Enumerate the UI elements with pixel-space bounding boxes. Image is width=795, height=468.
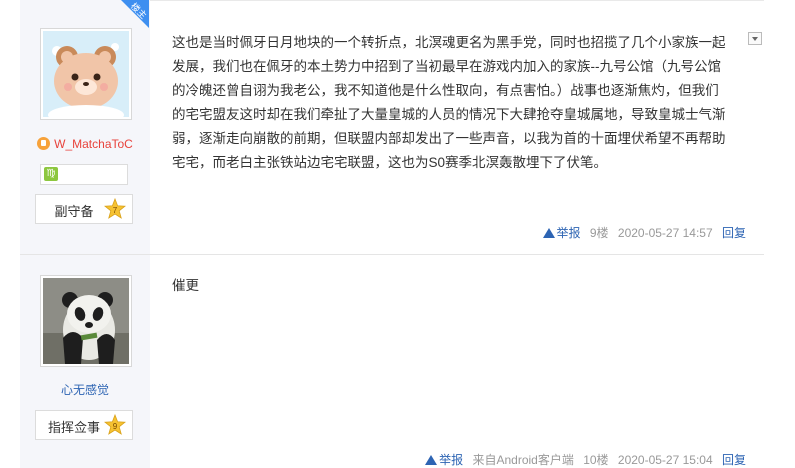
report-label[interactable]: 举报 [439, 453, 463, 467]
rank-name: 副守备 [54, 204, 94, 219]
report-label[interactable]: 举报 [557, 226, 581, 240]
gender-box: ♍ [40, 164, 128, 185]
rank-level: 9 [113, 422, 118, 431]
client-source-text[interactable]: 来自Android客户端 [472, 453, 573, 467]
virgo-icon: ♍ [44, 167, 58, 181]
level-badge-icon [37, 137, 51, 150]
report-link[interactable]: 举报 [542, 226, 581, 240]
rank-badge[interactable]: 副守备 7 [35, 194, 133, 224]
author-sidebar: 心无感觉 指挥佥事 9 [20, 255, 150, 468]
thread-starter-badge: 楼主 [121, 0, 149, 28]
post-time: 2020-05-27 14:57 [617, 226, 713, 240]
rank-badge[interactable]: 指挥佥事 9 [35, 410, 133, 440]
rank-name: 指挥佥事 [47, 420, 100, 435]
post-floor-9: 楼主 W_MatchaToC ♍ 副守备 7 这也是当时佩牙日月地块的一个转折点… [20, 0, 764, 254]
post-body: 催更 [172, 278, 199, 293]
post-content: 催更 举报 来自Android客户端 10楼 2020-05-27 15:04 … [150, 255, 764, 468]
client-source: 来自Android客户端 [472, 453, 573, 467]
rank-level: 7 [113, 206, 118, 215]
post-floor-10: 心无感觉 指挥佥事 9 催更 举报 来自Android客户端 10楼 2020-… [20, 255, 764, 468]
post-footer: 举报 9楼 2020-05-27 14:57 回复 [542, 224, 746, 241]
warning-icon [542, 228, 555, 238]
chevron-down-icon[interactable] [748, 32, 762, 45]
post-footer: 举报 来自Android客户端 10楼 2020-05-27 15:04 回复 [425, 451, 746, 468]
post-content: 这也是当时佩牙日月地块的一个转折点，北溟魂更名为黑手党，同时也招揽了几个小家族一… [150, 0, 764, 254]
post-body: 这也是当时佩牙日月地块的一个转折点，北溟魂更名为黑手党，同时也招揽了几个小家族一… [172, 35, 726, 170]
warning-icon [425, 455, 438, 465]
star-badge-icon: 9 [104, 414, 126, 435]
author-sidebar: 楼主 W_MatchaToC ♍ 副守备 7 [20, 0, 150, 254]
post-time: 2020-05-27 15:04 [617, 453, 713, 467]
avatar[interactable] [40, 28, 132, 120]
reply-link[interactable]: 回复 [722, 226, 746, 240]
star-badge-icon: 7 [104, 198, 126, 219]
report-link[interactable]: 举报 [425, 453, 463, 467]
author-name[interactable]: 心无感觉 [20, 381, 150, 398]
author-name[interactable]: W_MatchaToC [20, 137, 150, 151]
avatar[interactable] [40, 275, 132, 367]
author-name-text[interactable]: W_MatchaToC [54, 137, 133, 151]
floor-number: 9楼 [589, 226, 609, 240]
floor-number: 10楼 [583, 453, 609, 467]
reply-link[interactable]: 回复 [722, 453, 746, 467]
